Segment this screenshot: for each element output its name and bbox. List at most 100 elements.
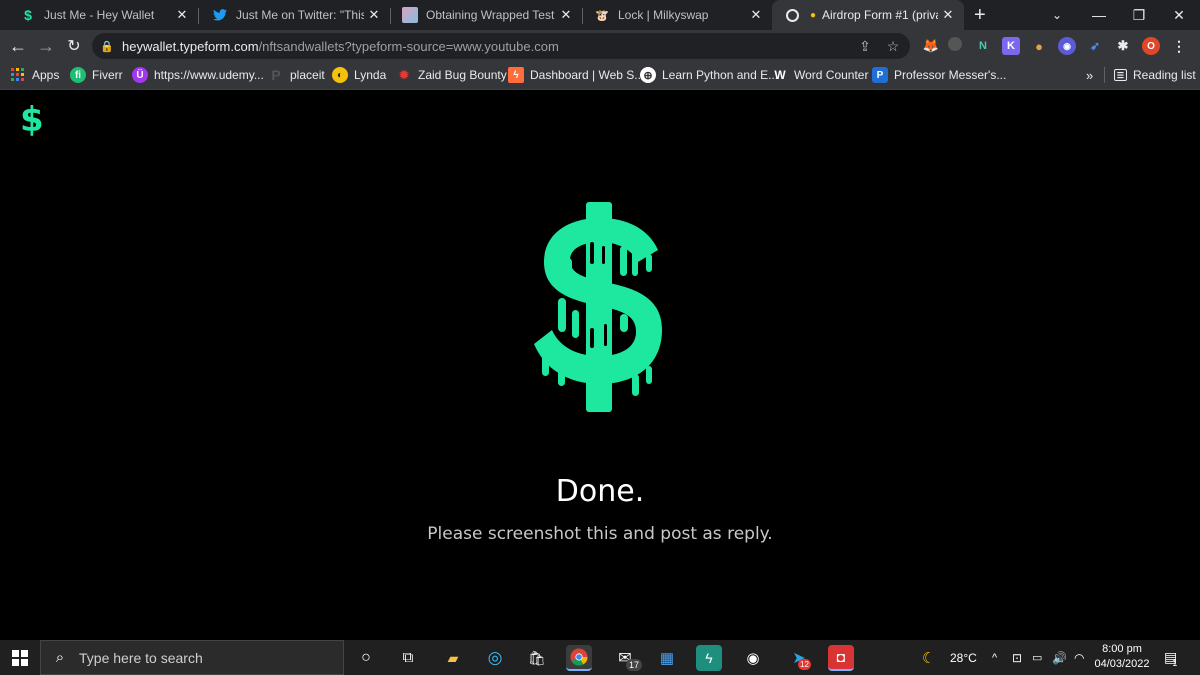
bookmark-learn-python[interactable]: ⊕ Learn Python and E... (640, 62, 778, 88)
notifications-button[interactable]: ▤ 1 (1164, 640, 1177, 675)
bookmark-label: Lynda (354, 68, 387, 82)
forward-button[interactable]: → (34, 34, 58, 58)
task-view-button[interactable]: ⧉ (394, 640, 422, 675)
tab-airdrop-form[interactable]: ● Airdrop Form #1 (private) ✕ (772, 0, 964, 30)
profile-avatar[interactable]: O (1142, 37, 1160, 55)
loading-spinner-icon (784, 7, 800, 23)
fiverr-icon: fi (70, 67, 86, 83)
bookmark-lynda[interactable]: ◐ Lynda (332, 62, 386, 88)
bookmark-label: Learn Python and E... (662, 68, 779, 82)
bolt-app[interactable]: ϟ (696, 645, 722, 671)
bookmark-fiverr[interactable]: fi Fiverr (70, 62, 123, 88)
bookmark-label: https://www.udemy... (154, 68, 264, 82)
close-icon[interactable]: ✕ (556, 7, 576, 23)
file-explorer-app[interactable]: ▰ (440, 645, 466, 671)
volume-icon[interactable]: 🔊 (1052, 640, 1067, 675)
bookmark-word-counter[interactable]: W Word Counter (772, 62, 868, 88)
system-clock[interactable]: 8:00 pm 04/03/2022 (1092, 642, 1152, 672)
meet-now-icon[interactable]: ⊡ (1012, 640, 1022, 675)
telegram-app[interactable]: ➤ 12 (786, 645, 812, 671)
bookmark-udemy[interactable]: Ü https://www.udemy... (132, 62, 264, 88)
overflow-label: » (1086, 67, 1094, 83)
screen-recorder-app[interactable]: ◘ (828, 645, 854, 671)
close-icon[interactable]: ✕ (364, 7, 384, 23)
reload-icon: ↻ (67, 38, 81, 55)
bookmark-dashboard[interactable]: ϟ Dashboard | Web S... (508, 62, 644, 88)
bookmark-zaid-bug-bounty[interactable]: ✹ Zaid Bug Bounty (396, 62, 507, 88)
close-icon[interactable]: ✕ (938, 7, 958, 23)
calendar-icon: ▦ (659, 650, 675, 667)
bookmarks-overflow-button[interactable]: » (1086, 62, 1093, 88)
edge-app[interactable]: ◎ (482, 645, 508, 671)
mail-badge: 17 (626, 659, 643, 671)
weather-icon[interactable]: ☾ (922, 640, 935, 675)
rocket-extension-icon[interactable]: ➶ (1086, 37, 1104, 55)
lightning-icon: ϟ (508, 67, 524, 83)
url-text: heywallet.typeform.com/nftsandwallets?ty… (122, 39, 559, 54)
tab-title: Just Me on Twitter: "This app (236, 8, 364, 22)
battery-icon[interactable]: ▭ (1032, 640, 1042, 675)
clock-date: 04/03/2022 (1094, 658, 1150, 670)
calendar-app[interactable]: ▦ (654, 645, 680, 671)
bookmark-apps[interactable]: Apps (10, 62, 59, 88)
bookmark-placeit[interactable]: P placeit (268, 62, 324, 88)
chrome-icon (570, 648, 588, 666)
k-extension-icon[interactable]: K (1002, 37, 1020, 55)
bookmark-separator (1104, 67, 1105, 83)
tab-milkyswap[interactable]: 🐮 Lock | Milkyswap ✕ (582, 0, 772, 30)
address-bar[interactable]: 🔒 heywallet.typeform.com/nftsandwallets?… (92, 33, 910, 59)
windows-icon (12, 649, 28, 666)
taskbar-search-input[interactable]: ⌕ Type here to search (40, 640, 344, 675)
chrome-app[interactable] (566, 645, 592, 671)
professor-messer-icon: P (872, 67, 888, 83)
reading-list-button[interactable]: ☰ Reading list (1114, 62, 1196, 88)
cortana-button[interactable]: ○ (352, 640, 380, 675)
kebab-menu-icon[interactable]: ⋮ (1170, 37, 1188, 55)
bookmark-label: Zaid Bug Bounty (418, 68, 507, 82)
new-tab-button[interactable]: + (966, 0, 1000, 30)
clock-time: 8:00 pm (1102, 643, 1142, 655)
cow-icon: 🐮 (595, 9, 609, 22)
extension-icon[interactable] (948, 37, 962, 51)
chevron-up-icon[interactable]: ^ (992, 640, 997, 675)
metamask-extension-icon[interactable]: 🦊 (922, 37, 940, 55)
tab-title: Just Me - Hey Wallet (44, 8, 155, 22)
puzzle-icon[interactable]: ✱ (1114, 37, 1132, 55)
back-button[interactable]: ← (6, 34, 30, 58)
restore-icon: ❐ (1132, 6, 1146, 23)
tab-just-me-hey-wallet[interactable]: $ Just Me - Hey Wallet ✕ (8, 0, 198, 30)
tab-wrapped-test-ada[interactable]: Obtaining Wrapped Test ADA ✕ (390, 0, 582, 30)
page-content: $ Done. Please screenshot this and post … (0, 90, 1200, 640)
cookie-extension-icon[interactable]: ● (1030, 37, 1048, 55)
dollar-icon: $ (24, 7, 32, 23)
dripping-dollar-icon (534, 202, 662, 412)
mail-app[interactable]: ✉ 17 (612, 645, 643, 671)
close-icon[interactable]: ✕ (746, 7, 766, 23)
vpn-app[interactable]: ◉ (740, 645, 766, 671)
n-extension-icon[interactable]: N (974, 37, 992, 55)
tab-title: Obtaining Wrapped Test ADA (426, 8, 556, 22)
tab-twitter[interactable]: Just Me on Twitter: "This app ✕ (200, 0, 390, 30)
start-button[interactable] (0, 640, 40, 675)
bookmark-professor-messer[interactable]: P Professor Messer's... (872, 62, 1006, 88)
bookmark-label: Dashboard | Web S... (530, 68, 645, 82)
tab-title: Airdrop Form #1 (private) (822, 8, 938, 22)
word-counter-icon: W (774, 68, 786, 82)
tab-separator (198, 8, 199, 24)
store-app[interactable]: 🛍 (524, 645, 550, 671)
reload-button[interactable]: ↻ (62, 34, 86, 58)
notification-count: 1 (1172, 657, 1178, 668)
temperature-text[interactable]: 28°C (950, 640, 977, 675)
lock-circle-icon: ◉ (746, 650, 760, 667)
close-icon[interactable]: ✕ (172, 7, 192, 23)
share-icon[interactable]: ⇪ (856, 37, 874, 55)
folder-icon: ▰ (447, 649, 459, 666)
chat-extension-icon[interactable]: ◉ (1058, 37, 1076, 55)
close-window-button[interactable]: ✕ (1156, 0, 1200, 30)
tab-search-button[interactable]: ⌄ (1034, 0, 1080, 30)
browser-toolbar: ← → ↻ 🔒 heywallet.typeform.com/nftsandwa… (0, 30, 1200, 62)
wifi-icon[interactable]: ◠ (1074, 640, 1084, 675)
star-icon[interactable]: ☆ (884, 37, 902, 55)
placeit-icon: P (271, 67, 281, 83)
twitter-icon (212, 7, 228, 23)
